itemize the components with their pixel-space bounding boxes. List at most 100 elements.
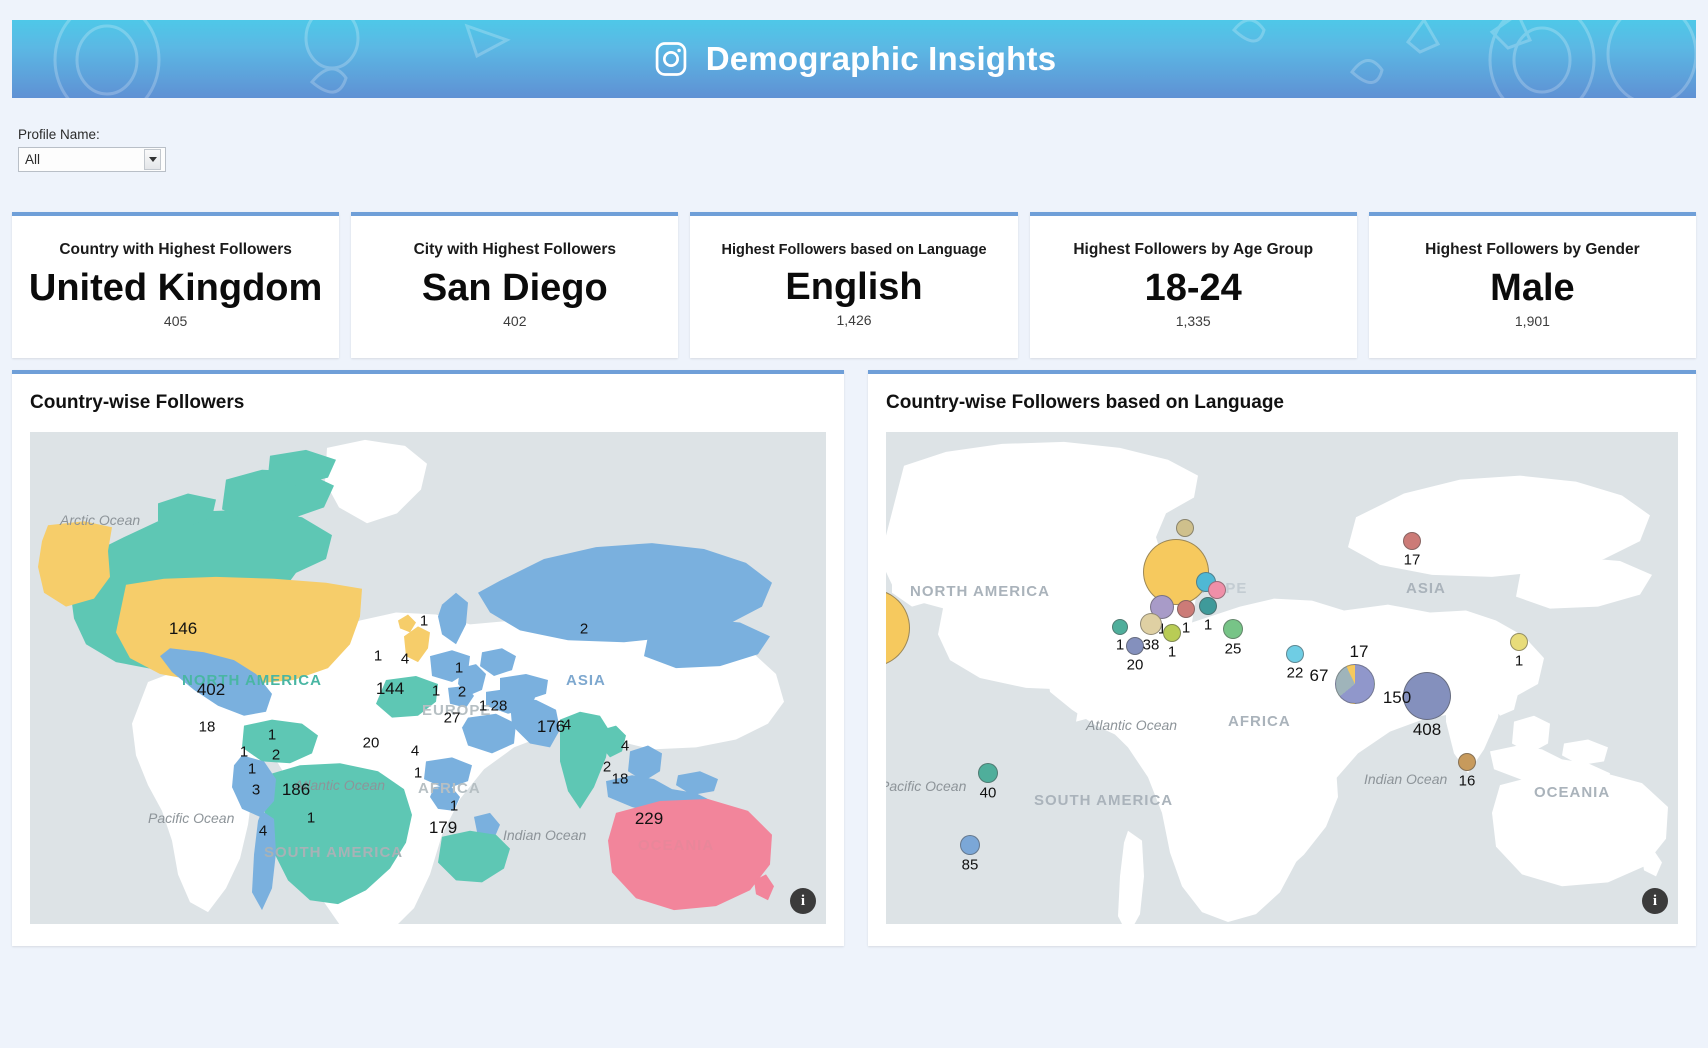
pie-label-left: 67 [1309, 666, 1329, 685]
continent-label-oceania: OCEANIA [638, 837, 715, 854]
language-bubble[interactable] [1286, 645, 1304, 663]
language-bubble[interactable] [1176, 519, 1194, 537]
kpi-card-language[interactable]: Highest Followers based on Language Engl… [690, 212, 1018, 358]
landmasses [886, 441, 1668, 924]
country-value-label: 3 [251, 781, 261, 799]
ocean-label-pacific: Pacific Ocean [148, 810, 235, 826]
country-value-label: 1 [454, 659, 464, 677]
continent-label-oceania: OCEANIA [1534, 784, 1611, 801]
bubble-value-label: 1 [1181, 619, 1191, 637]
language-bubble[interactable] [1163, 624, 1181, 642]
kpi-value: San Diego [421, 266, 608, 309]
language-bubble[interactable] [960, 835, 980, 855]
continent-label-asia: ASIA [566, 672, 606, 689]
map-info-button[interactable]: i [790, 888, 816, 914]
language-bubble[interactable] [1126, 637, 1144, 655]
bubble-value-label: 17 [1403, 551, 1421, 569]
bubble-value-label: 16 [1458, 772, 1476, 790]
ocean-label-arctic: Arctic Ocean [60, 512, 141, 528]
bubble-map[interactable]: Pacific Ocean Atlantic Ocean Indian Ocea… [886, 432, 1678, 924]
language-bubble[interactable] [1208, 581, 1226, 599]
kpi-value: United Kingdom [28, 266, 323, 309]
bubble-value-label: 25 [1224, 640, 1242, 658]
header-title-group: Demographic Insights [652, 40, 1057, 78]
language-bubble[interactable] [1177, 600, 1195, 618]
continent-label-asia: ASIA [1406, 580, 1446, 597]
language-bubble[interactable] [1223, 619, 1243, 639]
bubble-value-label: 22 [1286, 664, 1304, 682]
panel-country-wise-followers: Country-wise Followers Arctic Ocean Atla… [12, 370, 844, 946]
bubble-value-label: 1 [1203, 616, 1213, 634]
instagram-icon [655, 42, 686, 76]
kpi-card-gender[interactable]: Highest Followers by Gender Male 1,901 [1368, 212, 1697, 358]
kpi-value: English [785, 265, 923, 308]
country-value-label: 402 [196, 680, 226, 699]
country-value-label: 4 [258, 822, 268, 840]
bubble-map-svg [886, 441, 1668, 924]
ocean-label-atlantic: Atlantic Ocean [1086, 717, 1178, 733]
continent-label-north-america: NORTH AMERICA [910, 583, 1050, 600]
ocean-label-pacific: Pacific Ocean [886, 778, 967, 794]
country-value-label: 144 [375, 679, 405, 698]
continent-label-africa: AFRICA [1228, 713, 1291, 730]
language-bubble[interactable] [1403, 532, 1421, 550]
country-value-label: 4 [620, 737, 630, 755]
chevron-down-icon[interactable] [144, 149, 161, 170]
kpi-title: Highest Followers by Gender [1425, 240, 1640, 258]
language-bubble[interactable] [1458, 753, 1476, 771]
bubble-value-label: 1 [1514, 652, 1524, 670]
choropleth-map[interactable]: Arctic Ocean Atlantic Ocean Pacific Ocea… [30, 432, 826, 924]
bubble-value-label: 20 [1126, 656, 1144, 674]
country-value-label: 186 [281, 780, 311, 799]
country-value-label: 1 [373, 647, 383, 665]
country-value-label: 28 [490, 697, 508, 715]
kpi-subvalue: 405 [163, 313, 188, 330]
country-value-label: 1 [478, 697, 488, 715]
kpi-card-city[interactable]: City with Highest Followers San Diego 40… [351, 212, 679, 358]
app-header: Demographic Insights [12, 20, 1696, 98]
kpi-card-age-group[interactable]: Highest Followers by Age Group 18-24 1,3… [1029, 212, 1357, 358]
language-bubble[interactable] [1199, 597, 1217, 615]
country-value-label: 1 [449, 797, 459, 815]
ocean-label-indian: Indian Ocean [1364, 771, 1448, 787]
country-value-label: 4 [410, 742, 420, 760]
language-bubble[interactable] [1112, 619, 1128, 635]
country-value-label: 1 [431, 682, 441, 700]
profile-name-label: Profile Name: [18, 127, 100, 142]
bubble-value-label: 38 [1142, 636, 1160, 654]
country-value-label: 18 [611, 770, 629, 788]
kpi-row: Country with Highest Followers United Ki… [12, 212, 1697, 358]
region-south-africa [438, 830, 510, 883]
language-bubble[interactable] [978, 763, 998, 783]
country-value-label: 20 [362, 734, 380, 752]
bubble-value-label: 85 [961, 856, 979, 874]
bubble-value-label: 1 [1115, 636, 1125, 654]
continent-label-south-america: SOUTH AMERICA [264, 844, 404, 861]
profile-name-filter: Profile Name: All [18, 127, 166, 172]
continent-label-africa: AFRICA [418, 780, 481, 797]
country-value-label: 18 [198, 718, 216, 736]
country-value-label: 179 [428, 818, 458, 837]
country-value-label: 27 [443, 709, 461, 727]
language-bubble[interactable] [1510, 633, 1528, 651]
country-value-label: 1 [267, 726, 277, 744]
kpi-value: Male [1490, 266, 1575, 309]
kpi-card-country[interactable]: Country with Highest Followers United Ki… [12, 212, 340, 358]
country-value-label: 2 [602, 758, 612, 776]
language-bubble[interactable] [1140, 613, 1162, 635]
pie-label-top: 17 [1349, 642, 1369, 661]
panel-country-wise-followers-language: Country-wise Followers based on Language [868, 370, 1696, 946]
kpi-subvalue: 1,426 [836, 312, 872, 329]
country-value-label: 4 [400, 650, 410, 668]
language-bubble[interactable] [1143, 539, 1209, 605]
profile-name-select[interactable]: All [18, 147, 166, 172]
country-value-label: 176 [536, 717, 566, 736]
bubble-value-label: 408 [1412, 720, 1442, 739]
country-value-label: 1 [419, 612, 429, 630]
country-value-label: 2 [271, 746, 281, 764]
bubble-value-label: 40 [979, 784, 997, 802]
country-value-label: 2 [579, 620, 589, 638]
map-info-button[interactable]: i [1642, 888, 1668, 914]
panel-title: Country-wise Followers [30, 392, 245, 413]
pie-slices[interactable] [1335, 664, 1375, 704]
